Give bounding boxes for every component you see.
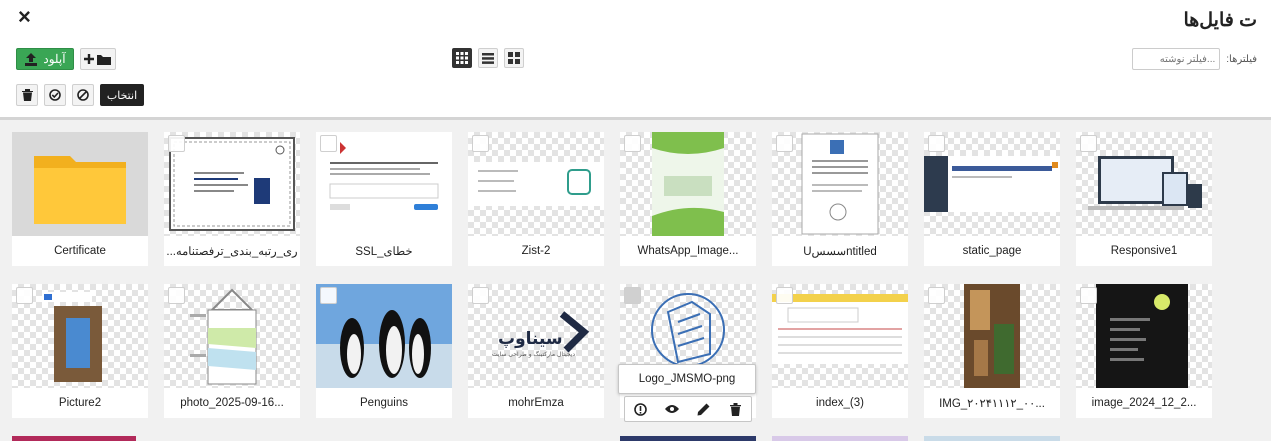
th-icon	[508, 52, 520, 64]
file-checkbox[interactable]	[16, 287, 33, 304]
toolbar: آپلود	[16, 48, 116, 70]
selection-toolbar: انتخاب	[16, 84, 144, 106]
list-icon	[482, 52, 494, 64]
info-button[interactable]	[633, 401, 649, 417]
view-mode-switcher	[452, 48, 524, 68]
file-card[interactable]: photo_2025-09-16...	[164, 284, 300, 418]
upload-icon	[25, 52, 38, 66]
next-row-thumbnail	[924, 436, 1060, 441]
file-checkbox[interactable]	[928, 287, 945, 304]
file-card[interactable]: WhatsApp_Image...	[620, 132, 756, 266]
filter-label: فیلترها:	[1226, 53, 1257, 65]
deselect-button[interactable]	[72, 84, 94, 106]
file-name: static_page	[962, 245, 1022, 257]
file-name: Penguins	[360, 397, 408, 409]
grid-icon	[456, 52, 468, 64]
file-card[interactable]: SSL_خطای	[316, 132, 452, 266]
file-name: IMG_۲۰۲۴۱۱۱۲_۰۰...	[939, 398, 1045, 410]
file-card[interactable]: Uسسسntitled	[772, 132, 908, 266]
filter-input[interactable]	[1132, 48, 1221, 70]
file-name: photo_2025-09-16...	[180, 397, 284, 409]
file-checkbox[interactable]	[320, 287, 337, 304]
file-checkbox[interactable]	[472, 287, 489, 304]
next-row-thumbnail	[772, 436, 908, 441]
ban-icon	[77, 89, 89, 101]
logo-tagline-text: دیجیتال مارکتینگ و طراحی سایت	[492, 350, 575, 358]
info-icon	[634, 402, 648, 416]
file-name: ...ری_رتبه_بندی_ترفصتنامه	[166, 246, 298, 258]
next-row-thumbnail	[12, 436, 136, 441]
new-folder-button[interactable]	[80, 48, 116, 70]
page-title: ت فایل‌ها	[1183, 10, 1257, 31]
preview-button[interactable]	[664, 401, 680, 417]
file-card[interactable]: ...ری_رتبه_بندی_ترفصتنامه	[164, 132, 300, 266]
file-actions-bar	[624, 396, 752, 422]
select-mode-button[interactable]: انتخاب	[100, 84, 144, 106]
close-button[interactable]: ×	[18, 6, 31, 28]
file-name: Responsive1	[1110, 245, 1178, 257]
delete-file-button[interactable]	[727, 401, 743, 417]
file-name: WhatsApp_Image...	[637, 245, 739, 257]
file-checkbox[interactable]	[472, 135, 489, 152]
file-name-tooltip: Logo_JMSMO-png	[618, 364, 756, 394]
view-grid-large-button[interactable]	[452, 48, 472, 68]
folder-icon	[34, 156, 126, 224]
file-name: index_(3)	[816, 397, 864, 409]
file-card[interactable]: static_page	[924, 132, 1060, 266]
file-card[interactable]: Zist-2	[468, 132, 604, 266]
file-checkbox[interactable]	[168, 287, 185, 304]
file-checkbox[interactable]	[168, 135, 185, 152]
check-circle-icon	[49, 89, 61, 101]
pencil-icon	[697, 403, 710, 415]
delete-button[interactable]	[16, 84, 38, 106]
trash-icon	[729, 402, 741, 416]
file-checkbox[interactable]	[624, 287, 641, 304]
file-card[interactable]: index_(3)	[772, 284, 908, 418]
file-card-certificate[interactable]: Certificate	[12, 132, 148, 266]
file-card[interactable]: سیناوپ دیجیتال مارکتینگ و طراحی سایت moh…	[468, 284, 604, 418]
file-name: mohrEmza	[508, 397, 564, 409]
eye-icon	[665, 405, 680, 413]
next-row-thumbnail	[620, 436, 756, 441]
upload-button[interactable]: آپلود	[16, 48, 74, 70]
file-card[interactable]: Penguins	[316, 284, 452, 418]
file-name: Zist-2	[521, 245, 551, 257]
file-card[interactable]: image_2024_12_2...	[1076, 284, 1212, 418]
file-checkbox[interactable]	[776, 287, 793, 304]
folder-plus-icon	[84, 54, 111, 65]
trash-icon	[21, 89, 33, 101]
file-name: Uسسسntitled	[803, 246, 877, 258]
file-checkbox[interactable]	[320, 135, 337, 152]
file-card[interactable]: Picture2	[12, 284, 148, 418]
logo-brand-text: سیناوپ	[498, 329, 563, 349]
file-checkbox[interactable]	[928, 135, 945, 152]
file-name: Certificate	[54, 245, 106, 257]
file-checkbox[interactable]	[776, 135, 793, 152]
file-name: image_2024_12_2...	[1091, 397, 1197, 409]
file-thumbnail	[12, 132, 148, 236]
file-name: SSL_خطای	[355, 246, 413, 258]
file-card[interactable]: Responsive1	[1076, 132, 1212, 266]
view-list-button[interactable]	[478, 48, 498, 68]
upload-label: آپلود	[43, 52, 66, 66]
file-checkbox[interactable]	[1080, 287, 1097, 304]
file-name: Picture2	[58, 397, 102, 409]
edit-button[interactable]	[696, 401, 712, 417]
file-checkbox[interactable]	[624, 135, 641, 152]
view-grid-small-button[interactable]	[504, 48, 524, 68]
select-all-button[interactable]	[44, 84, 66, 106]
file-checkbox[interactable]	[1080, 135, 1097, 152]
file-card[interactable]: IMG_۲۰۲۴۱۱۱۲_۰۰...	[924, 284, 1060, 418]
filter-bar: فیلترها:	[1132, 48, 1257, 70]
